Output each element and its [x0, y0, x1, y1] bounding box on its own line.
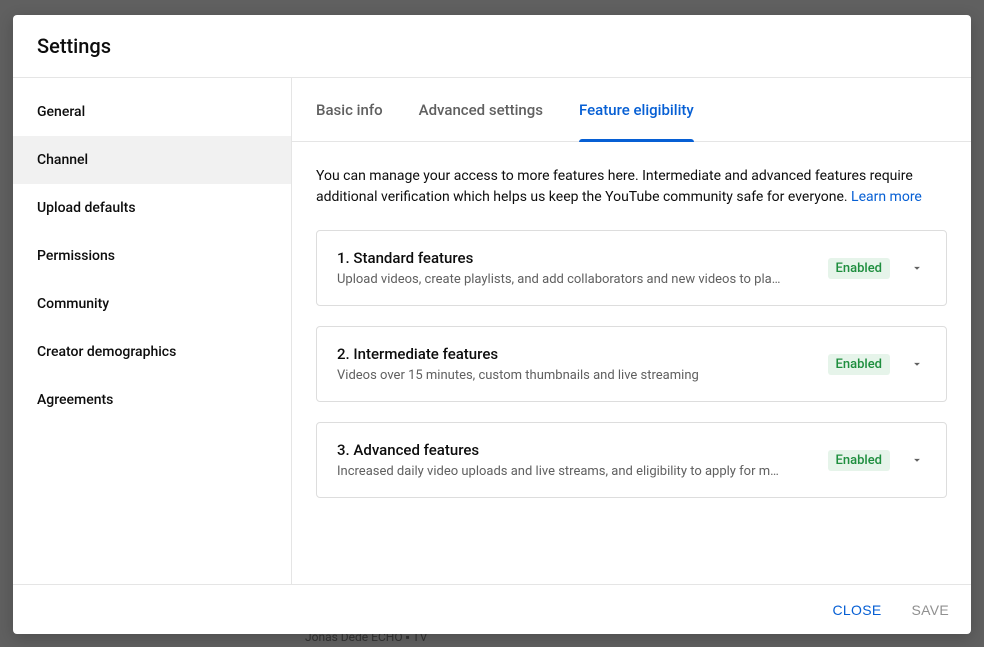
chevron-down-icon	[908, 259, 926, 277]
status-badge: Enabled	[828, 354, 891, 375]
feature-desc: Increased daily video uploads and live s…	[337, 464, 816, 479]
settings-modal: Settings General Channel Upload defaults…	[13, 15, 971, 634]
close-button[interactable]: CLOSE	[831, 596, 884, 624]
feature-card-standard[interactable]: 1. Standard features Upload videos, crea…	[316, 230, 947, 306]
intro-text: You can manage your access to more featu…	[316, 166, 947, 208]
content-area: Basic info Advanced settings Feature eli…	[292, 78, 971, 584]
feature-text: 1. Standard features Upload videos, crea…	[337, 249, 816, 287]
intro-text-body: You can manage your access to more featu…	[316, 168, 913, 205]
learn-more-link[interactable]: Learn more	[851, 189, 922, 205]
modal-header: Settings	[13, 15, 971, 78]
sidebar-item-general[interactable]: General	[13, 88, 291, 136]
status-badge: Enabled	[828, 450, 891, 471]
feature-desc: Videos over 15 minutes, custom thumbnail…	[337, 368, 816, 383]
sidebar-item-community[interactable]: Community	[13, 280, 291, 328]
feature-title: 3. Advanced features	[337, 441, 816, 459]
save-button[interactable]: SAVE	[909, 596, 951, 624]
tab-advanced-settings[interactable]: Advanced settings	[419, 78, 543, 142]
feature-title: 2. Intermediate features	[337, 345, 816, 363]
sidebar-item-creator-demographics[interactable]: Creator demographics	[13, 328, 291, 376]
feature-title: 1. Standard features	[337, 249, 816, 267]
modal-footer: CLOSE SAVE	[13, 584, 971, 634]
feature-card-advanced[interactable]: 3. Advanced features Increased daily vid…	[316, 422, 947, 498]
sidebar-item-upload-defaults[interactable]: Upload defaults	[13, 184, 291, 232]
chevron-down-icon	[908, 355, 926, 373]
sidebar-item-channel[interactable]: Channel	[13, 136, 291, 184]
content-scroll: You can manage your access to more featu…	[292, 142, 971, 584]
tab-basic-info[interactable]: Basic info	[316, 78, 383, 142]
sidebar-item-agreements[interactable]: Agreements	[13, 376, 291, 424]
feature-text: 3. Advanced features Increased daily vid…	[337, 441, 816, 479]
settings-sidebar: General Channel Upload defaults Permissi…	[13, 78, 292, 584]
chevron-down-icon	[908, 451, 926, 469]
modal-title: Settings	[37, 34, 111, 58]
feature-desc: Upload videos, create playlists, and add…	[337, 272, 816, 287]
sidebar-item-permissions[interactable]: Permissions	[13, 232, 291, 280]
status-badge: Enabled	[828, 258, 891, 279]
tab-bar: Basic info Advanced settings Feature eli…	[292, 78, 971, 142]
feature-text: 2. Intermediate features Videos over 15 …	[337, 345, 816, 383]
modal-body: General Channel Upload defaults Permissi…	[13, 78, 971, 584]
tab-feature-eligibility[interactable]: Feature eligibility	[579, 78, 694, 142]
feature-card-intermediate[interactable]: 2. Intermediate features Videos over 15 …	[316, 326, 947, 402]
